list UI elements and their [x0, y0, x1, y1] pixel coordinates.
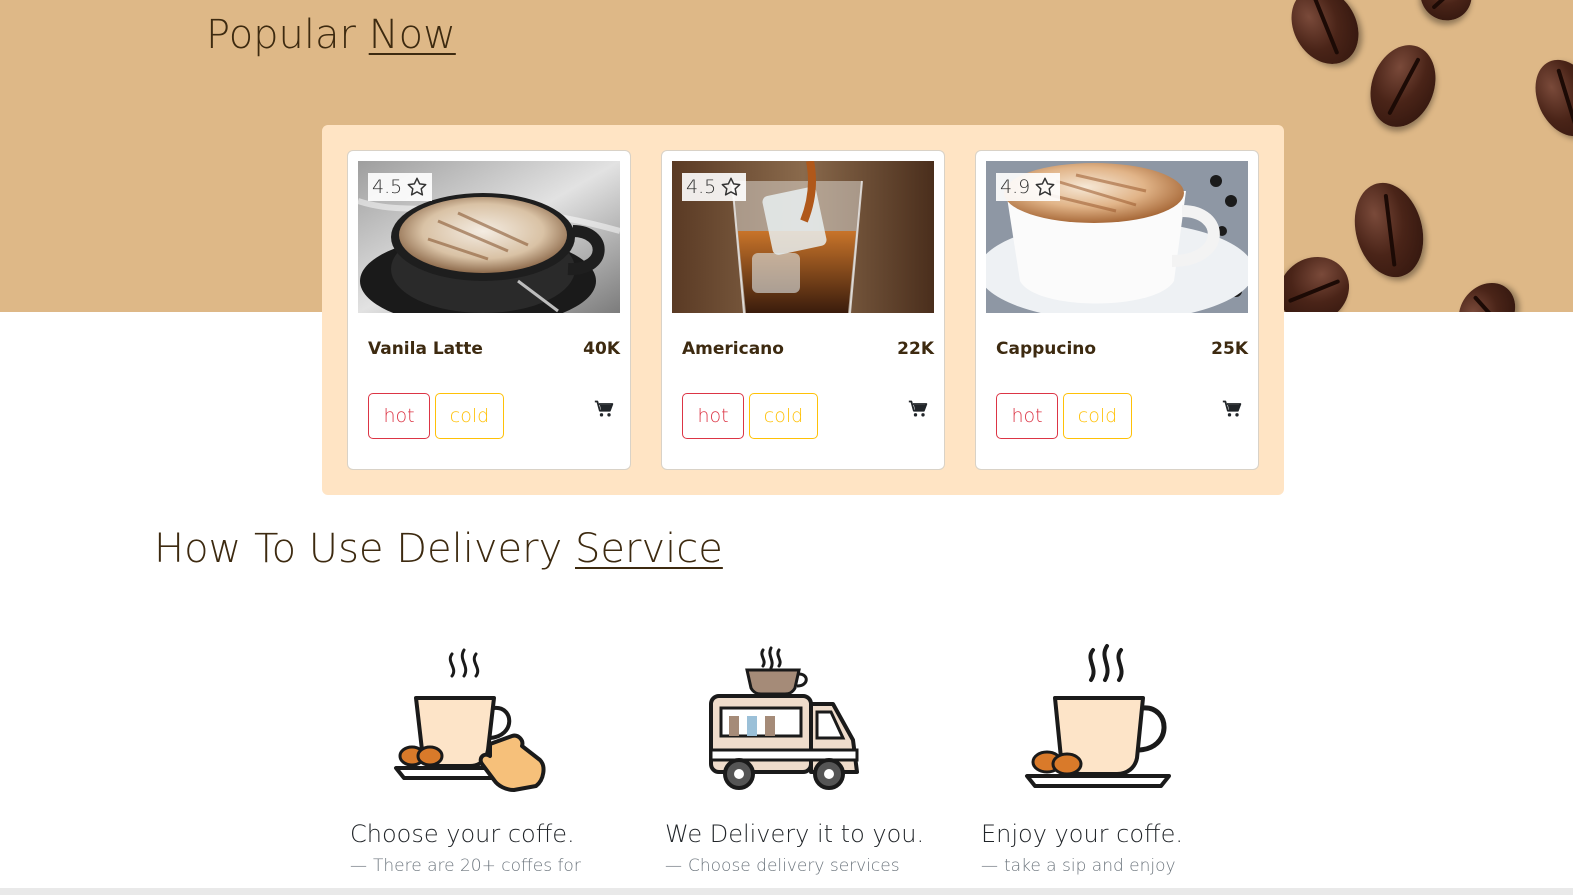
step-subtitle: — There are 20+ coffes for: [350, 856, 581, 876]
rating-badge: 4.9: [996, 173, 1061, 201]
dash-icon: —: [350, 856, 367, 876]
star-icon: [407, 177, 427, 196]
americano-image: 4.5: [672, 161, 934, 313]
popular-title-prefix: Popular: [206, 12, 356, 58]
rating-value: 4.9: [1000, 176, 1031, 198]
product-card-americano[interactable]: 4.5 Americano 22K hot cold: [661, 150, 945, 470]
dash-icon: —: [665, 856, 682, 876]
product-price: 40K: [583, 339, 620, 359]
coffee-cup-hand-icon: [394, 648, 546, 792]
step-title: Enjoy your coffe.: [981, 820, 1183, 848]
dash-icon: —: [981, 856, 998, 876]
delivery-title-prefix: How To Use Delivery: [154, 526, 563, 572]
product-card-vanila-latte[interactable]: 4.5 Vanila Latte 40K hot cold: [347, 150, 631, 470]
step-subtitle: — Choose delivery services: [665, 856, 900, 876]
popular-now-title: Popular Now: [206, 12, 456, 58]
rating-value: 4.5: [372, 176, 403, 198]
step-subtitle: — take a sip and enjoy: [981, 856, 1176, 876]
delivery-title-highlight: Service: [575, 526, 723, 572]
cold-option-button[interactable]: cold: [1063, 393, 1132, 439]
rating-badge: 4.5: [682, 173, 747, 201]
step-subtitle-text: There are 20+ coffes for: [373, 856, 581, 876]
cart-icon[interactable]: [908, 399, 928, 419]
cart-icon[interactable]: [594, 399, 614, 419]
hot-option-button[interactable]: hot: [368, 393, 430, 439]
product-name: Americano: [682, 339, 784, 359]
cappucino-image: 4.9: [986, 161, 1248, 313]
star-icon: [721, 177, 741, 196]
hot-option-button[interactable]: hot: [682, 393, 744, 439]
step-subtitle-text: take a sip and enjoy: [1004, 856, 1176, 876]
delivery-truck-icon: [709, 646, 859, 790]
cart-icon[interactable]: [1222, 399, 1242, 419]
cold-option-button[interactable]: cold: [749, 393, 818, 439]
popular-title-highlight: Now: [368, 12, 456, 58]
bottom-divider: [0, 888, 1573, 895]
vanila-latte-image: 4.5: [358, 161, 620, 313]
rating-badge: 4.5: [368, 173, 433, 201]
step-subtitle-text: Choose delivery services: [688, 856, 900, 876]
step-title: We Delivery it to you.: [665, 820, 925, 848]
coffee-cup-beans-icon: [1025, 644, 1171, 788]
product-card-cappucino[interactable]: 4.9 Cappucino 25K hot cold: [975, 150, 1259, 470]
coffee-beans-decoration: [1280, 0, 1573, 312]
hot-option-button[interactable]: hot: [996, 393, 1058, 439]
product-price: 22K: [897, 339, 934, 359]
product-name: Cappucino: [996, 339, 1097, 359]
product-name: Vanila Latte: [368, 339, 483, 359]
star-icon: [1035, 177, 1055, 196]
product-price: 25K: [1211, 339, 1248, 359]
rating-value: 4.5: [686, 176, 717, 198]
popular-cards-panel: 4.5 Vanila Latte 40K hot cold 4.5 Americ…: [322, 125, 1284, 495]
delivery-service-title: How To Use Delivery Service: [154, 526, 723, 572]
step-title: Choose your coffe.: [350, 820, 575, 848]
cold-option-button[interactable]: cold: [435, 393, 504, 439]
